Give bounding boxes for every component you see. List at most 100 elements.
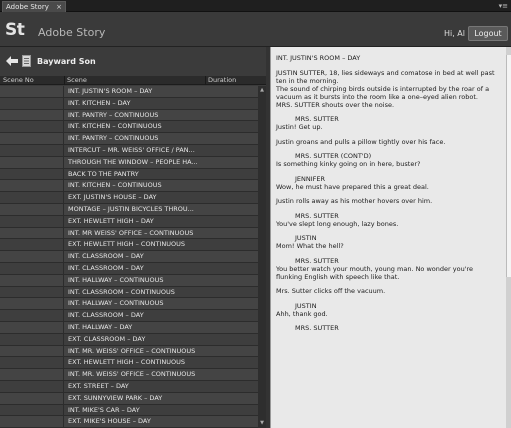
scene-row[interactable]: EXT. CLASSROOM – DAY <box>0 333 258 346</box>
scene-row[interactable]: BACK TO THE PANTRY <box>0 168 258 181</box>
scene-number-cell <box>0 145 64 157</box>
scene-name: EXT. HEWLETT HIGH – CONTINUOUS <box>68 240 185 249</box>
scene-number-cell <box>0 251 64 263</box>
scene-row[interactable]: INT. CLASSROOM – DAY <box>0 251 258 263</box>
script-action-line: Mrs. Sutter clicks off the vacuum. <box>276 287 386 295</box>
scroll-up-icon[interactable]: ▲ <box>259 87 265 93</box>
scene-number-cell <box>0 227 64 240</box>
tab-strip: Adobe Story × ▾≡ <box>0 0 511 12</box>
script-dialogue-line: Justin! Get up. <box>276 123 323 131</box>
script-character-line: MRS. SUTTER (CONT'D) <box>295 152 372 160</box>
script-editor[interactable]: INT. JUSTIN'S ROOM – DAY JUSTIN SUTTER, 1… <box>270 47 506 428</box>
scene-row[interactable]: INT. CLASSROOM – DAY <box>0 310 258 322</box>
scene-number-cell <box>0 369 64 381</box>
column-header-scene[interactable]: Scene <box>67 76 87 85</box>
script-scrollbar[interactable] <box>506 47 511 428</box>
script-character-line: JUSTIN <box>295 301 317 310</box>
script-scene-line: INT. JUSTIN'S ROOM – DAY <box>276 54 361 62</box>
scene-name: INTERCUT – MR. WEISS' OFFICE / PAN... <box>68 146 195 154</box>
scene-name: EXT. HEWLETT HIGH – DAY <box>68 216 154 225</box>
scene-number-cell <box>0 310 64 322</box>
script-action-line: MRS. SUTTER shouts over the noise. <box>276 100 395 109</box>
scene-row[interactable]: INT. HALLWAY – CONTINUOUS <box>0 298 258 311</box>
script-scroll-thumb[interactable] <box>506 55 511 277</box>
scene-name: INT. KITCHEN – DAY <box>68 98 131 107</box>
scene-number-cell <box>0 404 64 417</box>
scene-row[interactable]: EXT. HEWLETT HIGH – DAY <box>0 215 258 228</box>
scene-row[interactable]: MONTAGE – JUSTIN BICYCLES THROU... <box>0 204 258 216</box>
scene-name: INT. CLASSROOM – DAY <box>68 264 144 272</box>
back-arrow-icon[interactable] <box>6 56 18 66</box>
scene-name: INT. MR. WEISS' OFFICE – CONTINUOUS <box>68 370 196 379</box>
scene-number-cell <box>0 192 64 204</box>
script-dialogue-line: Is something kinky going on in here, bus… <box>276 160 421 168</box>
scene-row[interactable]: INT. KITCHEN – DAY <box>0 97 258 110</box>
scene-name: INT. MIKE'S CAR – DAY <box>68 405 140 414</box>
scene-number-cell <box>0 274 64 287</box>
scene-list-scrollbar[interactable]: ▲ ▼ <box>258 86 266 428</box>
script-dialogue-line: Mom! What the hell? <box>276 242 344 250</box>
scene-row[interactable]: EXT. STREET – DAY <box>0 381 258 393</box>
scene-number-cell <box>0 263 64 275</box>
script-dialogue-line: You better watch your mouth, young man. … <box>276 264 474 273</box>
scene-row[interactable]: INT. KITCHEN – CONTINUOUS <box>0 121 258 134</box>
scene-name: INT. HALLWAY – CONTINUOUS <box>68 275 164 284</box>
scene-row[interactable]: THROUGH THE WINDOW – PEOPLE HA... <box>0 156 258 169</box>
scene-name: INT. CLASSROOM – DAY <box>68 311 144 320</box>
app-logo: St <box>5 20 25 40</box>
scene-number-cell <box>0 345 64 358</box>
scene-number-cell <box>0 298 64 311</box>
scene-row[interactable]: INT. MR WEISS' OFFICE – CONTINUOUS <box>0 227 258 240</box>
script-character-line: MRS. SUTTER <box>295 324 339 332</box>
tab-close-icon[interactable]: × <box>56 2 62 12</box>
scene-name: INT. JUSTIN'S ROOM – DAY <box>68 87 153 95</box>
scene-row[interactable]: INT. MR. WEISS' OFFICE – CONTINUOUS <box>0 345 258 358</box>
scene-number-cell <box>0 121 64 134</box>
scene-row[interactable]: INT. HALLWAY – DAY <box>0 322 258 334</box>
scene-row[interactable]: INT. KITCHEN – CONTINUOUS <box>0 180 258 193</box>
script-character-line: JUSTIN <box>295 234 317 242</box>
scene-name: INT. PANTRY – CONTINUOUS <box>68 134 159 143</box>
script-action-line: Justin groans and pulls a pillow tightly… <box>276 137 446 146</box>
user-greeting: Hi, Al <box>443 29 465 38</box>
scene-number-cell <box>0 286 64 299</box>
script-character-line: MRS. SUTTER <box>295 256 339 265</box>
scene-number-cell <box>0 168 64 181</box>
scene-row[interactable]: INT. CLASSROOM – CONTINUOUS <box>0 286 258 299</box>
scene-row[interactable]: INTERCUT – MR. WEISS' OFFICE / PAN... <box>0 145 258 157</box>
scene-row[interactable]: EXT. HEWLETT HIGH – CONTINUOUS <box>0 239 258 252</box>
script-character-line: MRS. SUTTER <box>295 115 339 123</box>
scene-name: INT. CLASSROOM – DAY <box>68 252 144 261</box>
scene-number-cell <box>0 239 64 252</box>
scene-row[interactable]: EXT. SUNNYVIEW PARK – DAY <box>0 392 258 405</box>
column-header-scene-no[interactable]: Scene No <box>3 76 34 85</box>
scene-row[interactable]: EXT. HEWLETT HIGH – CONTINUOUS <box>0 357 258 370</box>
scene-name: EXT. CLASSROOM – DAY <box>68 334 146 343</box>
column-divider <box>64 76 65 85</box>
scene-number-cell <box>0 133 64 145</box>
tab-adobe-story[interactable]: Adobe Story × <box>2 1 66 12</box>
scene-name: INT. CLASSROOM – CONTINUOUS <box>68 287 175 296</box>
scene-row[interactable]: INT. JUSTIN'S ROOM – DAY <box>0 86 258 98</box>
scene-name: EXT. STREET – DAY <box>68 382 129 390</box>
scene-row[interactable]: INT. MIKE'S CAR – DAY <box>0 404 258 417</box>
app-header: St Adobe Story Hi, Al Logout <box>0 12 511 47</box>
scroll-down-icon[interactable]: ▼ <box>259 420 265 426</box>
script-dialogue-line: Ahh, thank god. <box>276 309 328 318</box>
script-action-line: Justin rolls away as his mother hovers o… <box>276 197 433 205</box>
scene-row[interactable]: INT. PANTRY – CONTINUOUS <box>0 109 258 122</box>
scene-row[interactable]: EXT. JUSTIN'S HOUSE – DAY <box>0 192 258 204</box>
scene-outline-panel: Bayward Son Scene No Scene Duration INT.… <box>0 47 266 428</box>
scene-row[interactable]: INT. HALLWAY – CONTINUOUS <box>0 274 258 287</box>
column-header-duration[interactable]: Duration <box>208 76 236 85</box>
scene-name: EXT. HEWLETT HIGH – CONTINUOUS <box>68 358 185 367</box>
scene-name: EXT. MIKE'S HOUSE – DAY <box>68 417 151 426</box>
logout-button[interactable]: Logout <box>468 26 508 41</box>
scene-row[interactable]: INT. PANTRY – CONTINUOUS <box>0 133 258 145</box>
scene-row[interactable]: EXT. MIKE'S HOUSE – DAY <box>0 416 258 428</box>
adobe-story-app: Adobe Story × ▾≡ St Adobe Story Hi, Al L… <box>0 0 511 428</box>
scene-row[interactable]: INT. CLASSROOM – DAY <box>0 263 258 275</box>
scene-number-cell <box>0 392 64 405</box>
panel-menu-icon[interactable]: ▾≡ <box>499 1 508 11</box>
scene-row[interactable]: INT. MR. WEISS' OFFICE – CONTINUOUS <box>0 369 258 381</box>
